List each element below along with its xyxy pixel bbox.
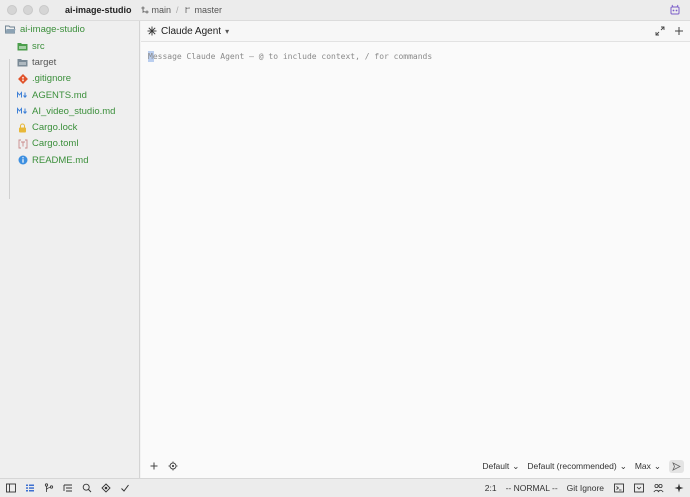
title-bar: ai-image-studio main / master bbox=[0, 0, 690, 21]
toml-icon bbox=[17, 139, 28, 149]
tree-item-cargo-lock[interactable]: Cargo.lock bbox=[0, 119, 139, 135]
project-name[interactable]: ai-image-studio bbox=[65, 5, 132, 15]
mode-selector[interactable]: Default ⌄ bbox=[482, 461, 519, 472]
search-icon[interactable] bbox=[81, 483, 92, 494]
markdown-icon bbox=[17, 90, 28, 100]
project-tree-icon[interactable] bbox=[24, 483, 35, 494]
tree-item-label: Cargo.toml bbox=[32, 138, 79, 150]
project-panel: ai-image-studio src target .gitignore AG… bbox=[0, 21, 140, 478]
tree-item-label: AI_video_studio.md bbox=[32, 105, 116, 117]
sidebar-toggle-icon[interactable] bbox=[5, 483, 16, 494]
vim-mode: -- NORMAL -- bbox=[505, 483, 558, 493]
tree-item-readme-md[interactable]: README.md bbox=[0, 152, 139, 168]
message-placeholder: Message Claude Agent — @ to include cont… bbox=[148, 52, 433, 61]
close-window-button[interactable] bbox=[7, 5, 17, 15]
send-button[interactable] bbox=[669, 459, 684, 473]
header-actions bbox=[655, 26, 684, 36]
model-label: Default (recommended) bbox=[527, 461, 617, 471]
effort-label: Max bbox=[634, 461, 651, 471]
mode-label: Default bbox=[482, 461, 510, 471]
outline-icon[interactable] bbox=[62, 483, 73, 494]
ai-sparkle-icon[interactable] bbox=[673, 483, 684, 494]
branch-selector[interactable]: main bbox=[141, 5, 172, 15]
tree-item-label: README.md bbox=[32, 154, 89, 166]
chevron-down-icon: ⌄ bbox=[512, 460, 520, 471]
folder-open-icon bbox=[5, 25, 16, 35]
tree-item-src[interactable]: src bbox=[0, 38, 139, 54]
checkmark-icon[interactable] bbox=[119, 483, 130, 494]
window-controls bbox=[7, 5, 49, 15]
tree-indent-guide bbox=[9, 59, 10, 199]
branch-label: main bbox=[151, 5, 172, 15]
effort-selector[interactable]: Max ⌄ bbox=[635, 461, 661, 472]
folder-icon bbox=[17, 41, 28, 51]
composer-toolbar: Default ⌄ Default (recommended) ⌄ Max ⌄ bbox=[141, 457, 690, 475]
tree-item-label: AGENTS.md bbox=[32, 89, 87, 101]
worktree-label: master bbox=[194, 5, 223, 15]
tree-item-gitignore[interactable]: .gitignore bbox=[0, 71, 139, 87]
git-branch-icon[interactable] bbox=[43, 483, 54, 494]
tree-item-label: src bbox=[32, 40, 45, 52]
lock-icon bbox=[17, 123, 28, 133]
title-separator: / bbox=[176, 5, 179, 15]
agent-status-icon[interactable] bbox=[668, 4, 682, 17]
status-bar: 2:1 -- NORMAL -- Git Ignore bbox=[0, 478, 690, 497]
debug-icon[interactable] bbox=[100, 483, 111, 494]
tree-item-cargo-toml[interactable]: Cargo.toml bbox=[0, 136, 139, 152]
folder-icon bbox=[17, 57, 28, 67]
tree-item-label: .gitignore bbox=[32, 73, 72, 85]
markdown-icon bbox=[17, 106, 28, 116]
terminal-icon[interactable] bbox=[613, 483, 624, 494]
tree-root-label: ai-image-studio bbox=[20, 24, 85, 35]
assistant-icon[interactable] bbox=[633, 483, 644, 494]
tree-item-target[interactable]: target bbox=[0, 54, 139, 70]
collaboration-icon[interactable] bbox=[653, 483, 664, 494]
status-right: 2:1 -- NORMAL -- Git Ignore bbox=[485, 483, 684, 494]
send-icon bbox=[672, 461, 681, 471]
claude-spark-icon bbox=[147, 26, 157, 36]
chevron-down-icon: ⌄ bbox=[653, 460, 661, 471]
git-ignore-button[interactable]: Git Ignore bbox=[567, 483, 604, 493]
tree-item-agents-md[interactable]: AGENTS.md bbox=[0, 87, 139, 103]
cursor-position[interactable]: 2:1 bbox=[485, 483, 497, 493]
model-selector[interactable]: Default (recommended) ⌄ bbox=[527, 461, 626, 472]
expand-icon[interactable] bbox=[655, 26, 665, 36]
tree-item-ai-video-studio-md[interactable]: AI_video_studio.md bbox=[0, 103, 139, 119]
settings-icon[interactable] bbox=[168, 461, 178, 471]
zoom-window-button[interactable] bbox=[39, 5, 49, 15]
agent-title[interactable]: Claude Agent bbox=[161, 26, 221, 37]
tree-item-label: target bbox=[32, 56, 57, 68]
composer-left-actions bbox=[149, 461, 178, 471]
chevron-down-icon: ⌄ bbox=[619, 460, 627, 471]
status-left bbox=[5, 483, 130, 494]
tree-root-folder[interactable]: ai-image-studio bbox=[0, 21, 139, 38]
composer-right-actions: Default ⌄ Default (recommended) ⌄ Max ⌄ bbox=[482, 459, 684, 473]
worktree-icon bbox=[185, 7, 190, 13]
agent-panel: Claude Agent ▾ Message Claude Agent — @ … bbox=[141, 21, 690, 478]
chevron-down-icon[interactable]: ▾ bbox=[225, 27, 229, 36]
git-icon bbox=[17, 73, 28, 84]
agent-header: Claude Agent ▾ bbox=[141, 21, 690, 42]
plus-icon[interactable] bbox=[674, 26, 684, 36]
minimize-window-button[interactable] bbox=[23, 5, 33, 15]
add-context-icon[interactable] bbox=[149, 461, 159, 471]
branch-icon bbox=[141, 6, 148, 14]
tree-item-label: Cargo.lock bbox=[32, 122, 78, 134]
info-icon bbox=[17, 155, 28, 165]
worktree-selector[interactable]: master bbox=[184, 5, 223, 15]
message-input[interactable]: Message Claude Agent — @ to include cont… bbox=[141, 42, 690, 454]
